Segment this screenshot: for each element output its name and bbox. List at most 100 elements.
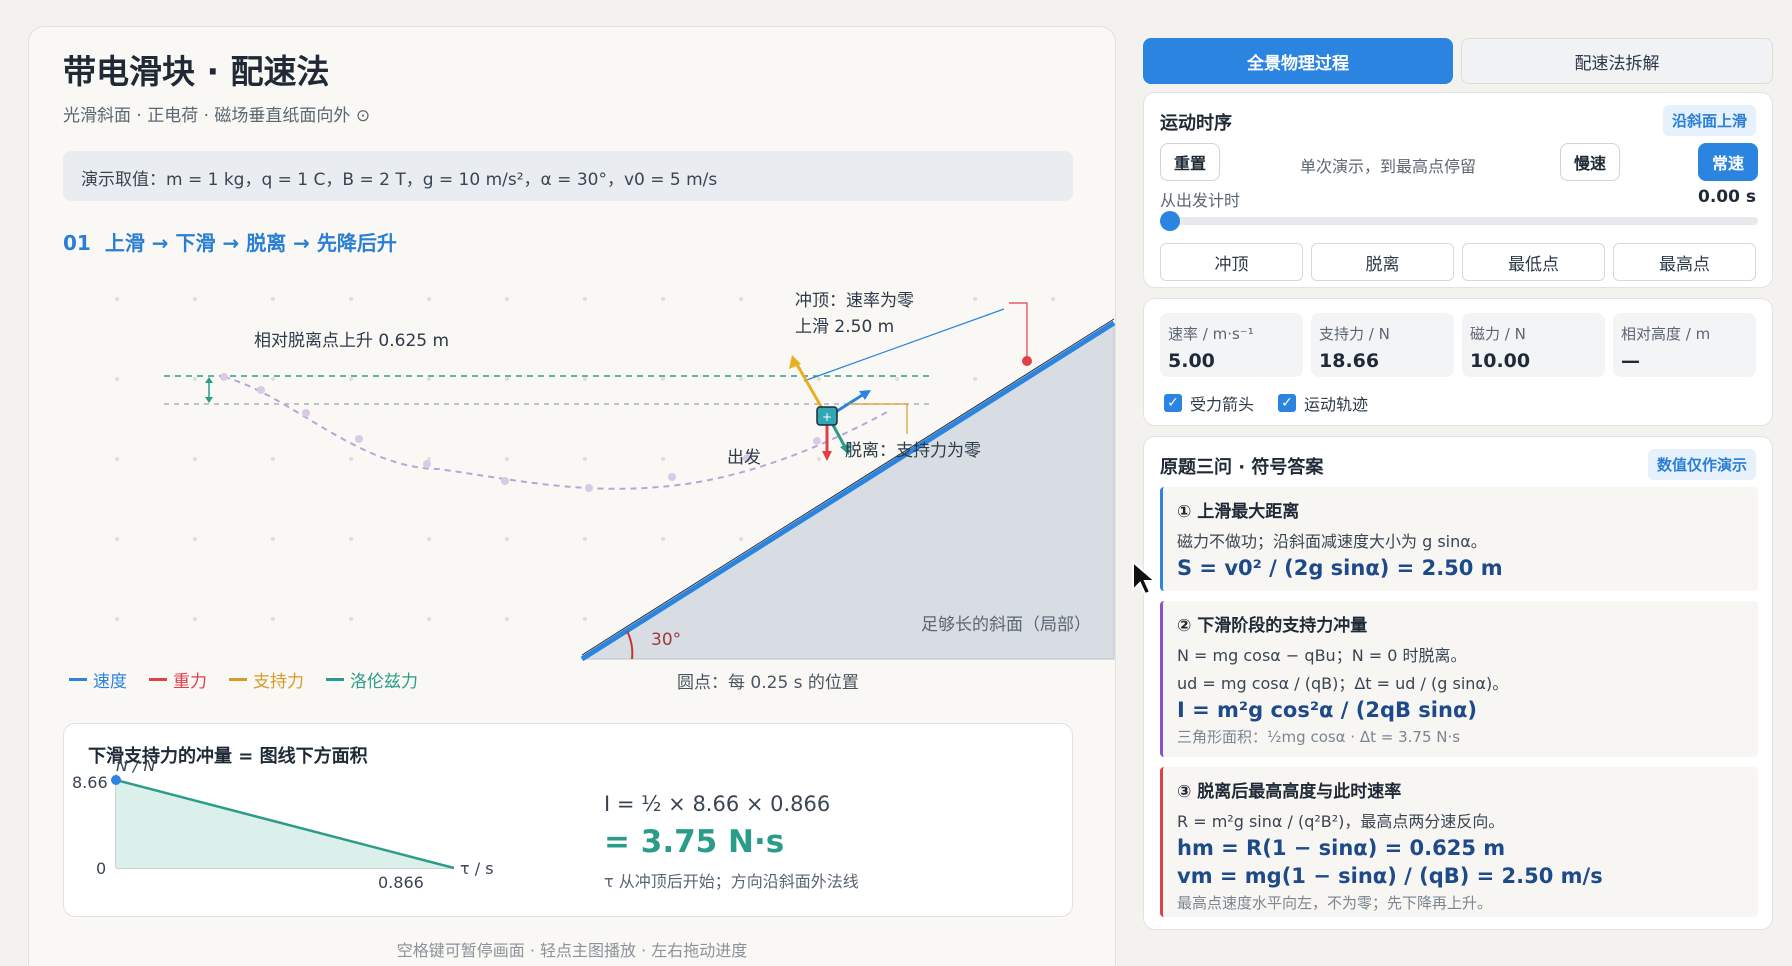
grid-dot bbox=[505, 537, 509, 541]
jump-detach-button[interactable]: 脱离 bbox=[1311, 243, 1454, 281]
readout-label: 相对高度 / m bbox=[1621, 325, 1711, 343]
mode-text: 单次演示，到最高点停留 bbox=[1300, 157, 1477, 176]
grid-dot bbox=[973, 297, 977, 301]
grid-dot bbox=[193, 377, 197, 381]
slope-label: 足够长的斜面（局部） bbox=[921, 615, 1091, 635]
trail-checkbox-label: 运动轨迹 bbox=[1304, 395, 1369, 414]
impulse-start-point bbox=[111, 775, 121, 785]
answers-panel: 原题三问 · 符号答案 数值仅作演示 ① 上滑最大距离 磁力不做功；沿斜面减速度… bbox=[1143, 436, 1773, 930]
answer-1-line: 磁力不做功；沿斜面减速度大小为 g sinα。 bbox=[1177, 532, 1487, 551]
tab-panorama[interactable]: 全景物理过程 bbox=[1143, 38, 1453, 84]
dots-note: 圆点：每 0.25 s 的位置 bbox=[677, 673, 859, 693]
answer-2-title: ② 下滑阶段的支持力冲量 bbox=[1177, 616, 1368, 636]
progress-track[interactable] bbox=[1160, 217, 1758, 225]
answer-1: ① 上滑最大距离 磁力不做功；沿斜面减速度大小为 g sinα。 S = v0²… bbox=[1160, 487, 1758, 591]
grid-dot bbox=[115, 377, 119, 381]
trail-checkbox[interactable]: ✓ 运动轨迹 bbox=[1278, 391, 1368, 415]
top-label: 冲顶：速率为零 bbox=[795, 291, 914, 311]
timer-label: 从出发计时 bbox=[1160, 191, 1241, 210]
demo-only-badge: 数值仅作演示 bbox=[1647, 449, 1756, 480]
readout-value: — bbox=[1621, 350, 1640, 372]
impulse-card: 下滑支持力的冲量 = 图线下方面积 N / N 8.66 0 0.866 τ /… bbox=[63, 723, 1073, 917]
answer-2-result: I = m²g cos²α / (2qB sinα) bbox=[1177, 698, 1477, 722]
grid-dot bbox=[349, 297, 353, 301]
slow-button[interactable]: 慢速 bbox=[1560, 143, 1620, 181]
main-panel: 带电滑块 · 配速法 光滑斜面 · 正电荷 · 磁场垂直纸面向外 ⊙ 演示取值：… bbox=[28, 26, 1116, 966]
forces-checkbox[interactable]: ✓ 受力箭头 bbox=[1164, 391, 1254, 415]
answer-2-note: 三角形面积：½mg cosα · Δt = 3.75 N·s bbox=[1177, 728, 1461, 746]
grid-dot bbox=[895, 377, 899, 381]
side-panel: 全景物理过程 配速法拆解 运动时序 沿斜面上滑 重置 单次演示，到最高点停留 慢… bbox=[1143, 38, 1773, 930]
timing-panel: 运动时序 沿斜面上滑 重置 单次演示，到最高点停留 慢速 常速 从出发计时 0.… bbox=[1143, 92, 1773, 288]
legend-swatch bbox=[69, 678, 87, 681]
slide-up-label: 上滑 2.50 m bbox=[795, 317, 894, 337]
section-number: 01 bbox=[63, 231, 91, 255]
jump-top-button[interactable]: 冲顶 bbox=[1160, 243, 1303, 281]
grid-dot bbox=[115, 537, 119, 541]
grid-dot bbox=[583, 377, 587, 381]
grid-dot bbox=[739, 297, 743, 301]
answers-title: 原题三问 · 符号答案 bbox=[1160, 457, 1324, 478]
answer-3-title: ③ 脱离后最高高度与此时速率 bbox=[1177, 782, 1402, 802]
top-point bbox=[1022, 356, 1032, 366]
answer-3-line: R = m²g sinα / (q²B²)，最高点两分速反向。 bbox=[1177, 812, 1505, 831]
grid-dot bbox=[427, 297, 431, 301]
grid-dot bbox=[193, 617, 197, 621]
main-scene[interactable]: 30° 足够长的斜面（局部） 相对脱离点上升 0.625 m 冲顶：速率为零 上… bbox=[59, 289, 1119, 669]
grid-dot bbox=[739, 537, 743, 541]
legend-swatch bbox=[326, 678, 344, 681]
legend-item-velocity: 速度 bbox=[69, 667, 127, 692]
angle-label: 30° bbox=[651, 630, 681, 650]
legend-swatch bbox=[229, 678, 247, 681]
readout-height: 相对高度 / m — bbox=[1613, 313, 1756, 377]
top-leader bbox=[1009, 302, 1028, 357]
gravity-arrow-head bbox=[822, 451, 832, 461]
readout-magnetic: 磁力 / N 10.00 bbox=[1462, 313, 1605, 377]
answer-1-title: ① 上滑最大距离 bbox=[1177, 502, 1300, 522]
answer-2-line-1: N = mg cosα − qBu；N = 0 时脱离。 bbox=[1177, 646, 1467, 665]
checkbox-check-icon: ✓ bbox=[1164, 394, 1182, 412]
normal-speed-button[interactable]: 常速 bbox=[1698, 143, 1758, 181]
grid-dot bbox=[583, 617, 587, 621]
progress-thumb[interactable] bbox=[1160, 211, 1180, 231]
impulse-result: = 3.75 N·s bbox=[604, 824, 785, 860]
grid-dot bbox=[661, 377, 665, 381]
grid-dot bbox=[193, 537, 197, 541]
tab-velocity-method[interactable]: 配速法拆解 bbox=[1461, 38, 1773, 84]
grid-dot bbox=[661, 297, 665, 301]
answer-3-result-2: vm = mg(1 − sinα) / (qB) = 2.50 m/s bbox=[1177, 864, 1603, 888]
tab-bar: 全景物理过程 配速法拆解 bbox=[1143, 38, 1773, 84]
jump-highest-button[interactable]: 最高点 bbox=[1613, 243, 1756, 281]
grid-dot bbox=[115, 457, 119, 461]
answer-2: ② 下滑阶段的支持力冲量 N = mg cosα − qBu；N = 0 时脱离… bbox=[1160, 601, 1758, 757]
answer-2-line-2: ud = mg cosα / (qB)；Δt = ud / (g sinα)。 bbox=[1177, 674, 1509, 693]
grid-dot bbox=[271, 297, 275, 301]
answer-3-note: 最高点速度水平向左，不为零；先下降再上升。 bbox=[1177, 894, 1493, 912]
legend-item-support: 支持力 bbox=[229, 667, 304, 692]
grid-dot bbox=[505, 457, 509, 461]
rise-marker-arrow-down bbox=[205, 397, 213, 403]
forces-checkbox-label: 受力箭头 bbox=[1190, 395, 1255, 414]
jump-lowest-button[interactable]: 最低点 bbox=[1462, 243, 1605, 281]
grid-dot bbox=[583, 457, 587, 461]
grid-dot bbox=[817, 457, 821, 461]
grid-dot bbox=[349, 537, 353, 541]
section-heading: 01 上滑 → 下滑 → 脱离 → 先降后升 bbox=[63, 227, 397, 256]
reset-button[interactable]: 重置 bbox=[1160, 143, 1220, 181]
grid-dot bbox=[193, 297, 197, 301]
x-end-label: 0.866 bbox=[378, 873, 424, 892]
readout-panel: 速率 / m·s⁻¹ 5.00 支持力 / N 18.66 磁力 / N 10.… bbox=[1143, 298, 1773, 426]
grid-dot bbox=[1051, 297, 1055, 301]
page-subtitle: 光滑斜面 · 正电荷 · 磁场垂直纸面向外 ⊙ bbox=[63, 106, 371, 126]
grid-dot bbox=[973, 377, 977, 381]
grid-dot bbox=[661, 457, 665, 461]
grid-dot bbox=[505, 617, 509, 621]
slider-charge-icon: + bbox=[822, 410, 832, 424]
grid-dot bbox=[739, 377, 743, 381]
readout-value: 18.66 bbox=[1319, 350, 1380, 372]
legend-label: 洛伦兹力 bbox=[350, 672, 418, 692]
legend-label: 速度 bbox=[93, 672, 127, 692]
footer-hint: 空格键可暂停画面 · 轻点主图播放 · 左右拖动进度 bbox=[396, 941, 748, 960]
y-max-label: 8.66 bbox=[72, 773, 108, 792]
legend-item-gravity: 重力 bbox=[149, 667, 207, 692]
